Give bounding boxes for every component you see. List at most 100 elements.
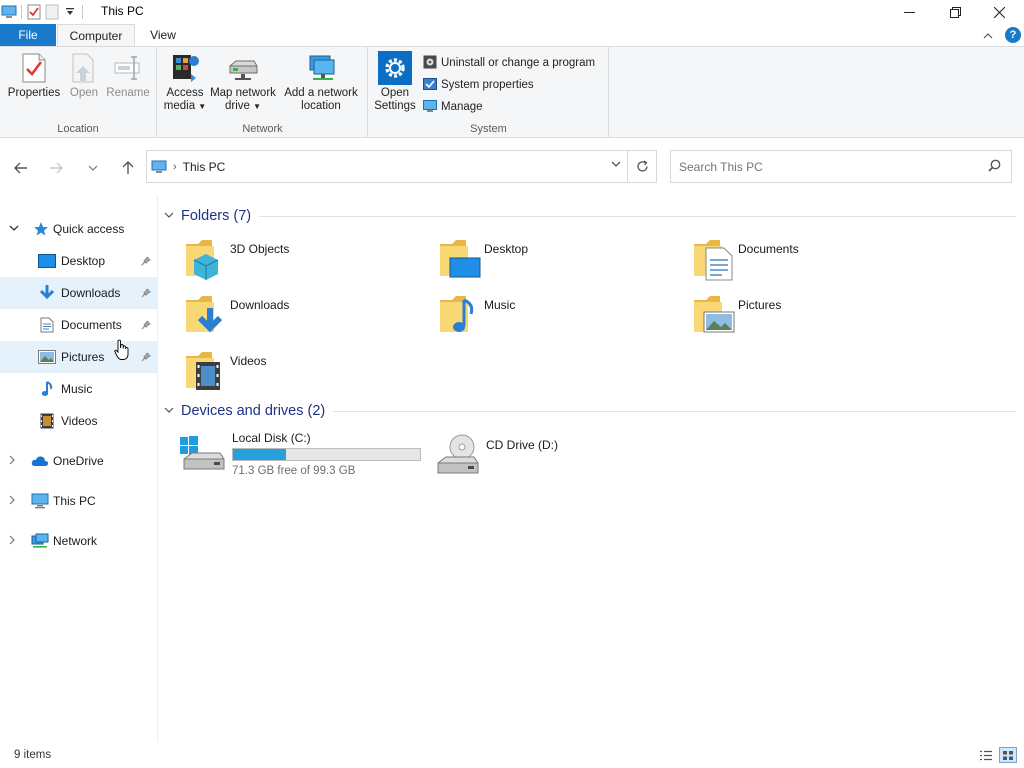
manage-button[interactable]: Manage <box>423 97 483 117</box>
navigation-bar: › This PC <box>0 138 1024 196</box>
sidebar-item-videos[interactable]: Videos <box>0 405 157 437</box>
sidebar-item-music[interactable]: Music <box>0 373 157 405</box>
star-icon <box>32 220 50 238</box>
close-button[interactable] <box>976 0 1022 24</box>
title-bar: This PC <box>0 0 1024 24</box>
drive-cd-d[interactable]: CD Drive (D:) <box>432 431 612 483</box>
manage-label: Manage <box>441 101 483 113</box>
sidebar-item-onedrive[interactable]: OneDrive <box>0 445 157 477</box>
properties-button[interactable]: Properties <box>8 51 60 100</box>
folder-music[interactable]: Music <box>436 290 676 340</box>
sidebar-item-documents[interactable]: Documents <box>0 309 157 341</box>
ribbon: Properties Open Rename Location Access m… <box>0 46 1024 138</box>
uninstall-program-button[interactable]: Uninstall or change a program <box>423 53 595 73</box>
pin-icon[interactable] <box>140 351 152 363</box>
new-folder-icon[interactable] <box>43 3 61 21</box>
system-group-label: System <box>470 123 507 135</box>
uninstall-icon <box>423 55 437 72</box>
window-title: This PC <box>101 4 144 18</box>
system-properties-button[interactable]: System properties <box>423 75 534 95</box>
pin-icon[interactable] <box>140 255 152 267</box>
navigation-pane: Quick access Desktop Downloads Documents <box>0 196 157 742</box>
pictures-folder-icon <box>694 296 735 333</box>
sidebar-item-network[interactable]: Network <box>0 525 157 557</box>
open-settings-button[interactable]: Open Settings <box>373 51 417 113</box>
search-input[interactable] <box>679 159 969 174</box>
pin-icon[interactable] <box>140 319 152 331</box>
rename-button[interactable]: Rename <box>106 51 150 100</box>
recent-locations-button[interactable] <box>82 157 104 179</box>
collapsed-chevron-icon[interactable] <box>9 535 21 547</box>
desktop-icon <box>38 252 56 270</box>
cd-drive-icon <box>437 434 479 474</box>
sidebar-item-label: Documents <box>61 318 122 332</box>
computer-icon[interactable] <box>0 3 18 21</box>
sidebar-item-quick-access[interactable]: Quick access <box>0 213 157 245</box>
sidebar-item-label: Quick access <box>53 222 125 236</box>
chevron-down-icon: ▼ <box>253 102 262 111</box>
folders-section-header[interactable]: Folders (7) <box>164 206 1016 226</box>
pin-icon[interactable] <box>140 287 152 299</box>
sidebar-item-downloads[interactable]: Downloads <box>0 277 157 309</box>
help-icon[interactable]: ? <box>1005 27 1021 43</box>
collapsed-chevron-icon[interactable] <box>9 455 21 467</box>
devices-section-header[interactable]: Devices and drives (2) <box>164 401 1016 421</box>
folder-desktop[interactable]: Desktop <box>436 234 676 284</box>
address-dropdown-icon[interactable] <box>611 160 621 171</box>
drive-free-space: 71.3 GB free of 99.3 GB <box>232 465 356 477</box>
add-network-location-button[interactable]: Add a network location <box>281 51 361 113</box>
folder-name: 3D Objects <box>230 242 290 256</box>
3d-objects-folder-icon <box>186 240 219 280</box>
section-divider <box>259 215 1016 217</box>
up-button[interactable] <box>117 157 139 179</box>
back-button[interactable] <box>10 157 32 179</box>
folder-name: Videos <box>230 354 267 368</box>
downloads-icon <box>38 284 56 302</box>
sidebar-item-label: Network <box>53 534 98 548</box>
refresh-button[interactable] <box>628 150 657 183</box>
folder-downloads[interactable]: Downloads <box>182 290 422 340</box>
folder-3d-objects[interactable]: 3D Objects <box>182 234 422 284</box>
search-box[interactable] <box>670 150 1012 183</box>
properties-check-icon[interactable] <box>25 3 43 21</box>
sidebar-item-desktop[interactable]: Desktop <box>0 245 157 277</box>
folder-videos[interactable]: Videos <box>182 346 422 396</box>
large-icons-view-button[interactable] <box>999 747 1017 763</box>
forward-button[interactable] <box>45 157 67 179</box>
folder-name: Pictures <box>738 298 782 312</box>
address-bar[interactable]: › This PC <box>146 150 628 183</box>
breadcrumb-separator-icon[interactable]: › <box>173 161 177 173</box>
open-settings-label-line1: Open <box>380 87 410 99</box>
folder-documents[interactable]: Documents <box>690 234 930 284</box>
collapsed-chevron-icon[interactable] <box>9 495 21 507</box>
collapse-ribbon-icon[interactable] <box>983 28 993 42</box>
location-group: Properties Open Rename Location <box>0 47 157 137</box>
section-collapse-chevron-icon[interactable] <box>164 211 178 222</box>
minimize-button[interactable] <box>886 0 932 24</box>
customize-toolbar-dropdown-icon[interactable] <box>61 3 79 21</box>
sidebar-item-pictures[interactable]: Pictures <box>0 341 157 373</box>
system-group: Open Settings Uninstall or change a prog… <box>369 47 609 137</box>
sidebar-item-this-pc[interactable]: This PC <box>0 485 157 517</box>
tab-file[interactable]: File <box>0 24 56 46</box>
expanded-chevron-icon[interactable] <box>9 224 21 234</box>
tab-computer[interactable]: Computer <box>57 24 135 46</box>
folders-section-title: Folders (7) <box>181 208 252 224</box>
open-button[interactable]: Open <box>66 51 102 100</box>
documents-icon <box>38 316 56 334</box>
details-view-icon <box>980 750 992 760</box>
search-icon[interactable] <box>988 159 1001 175</box>
drive-usage-bar <box>232 448 421 461</box>
folder-pictures[interactable]: Pictures <box>690 290 930 340</box>
drive-local-disk-c[interactable]: Local Disk (C:) 71.3 GB free of 99.3 GB <box>178 431 422 483</box>
breadcrumb[interactable]: This PC <box>183 160 226 174</box>
section-collapse-chevron-icon[interactable] <box>164 406 178 417</box>
access-media-button[interactable]: Access media ▼ <box>162 51 208 113</box>
location-group-label: Location <box>57 123 99 135</box>
map-network-drive-button[interactable]: Map network drive ▼ <box>208 51 278 113</box>
add-network-location-label-line2: location <box>301 100 341 112</box>
details-view-button[interactable] <box>978 748 994 762</box>
tab-view[interactable]: View <box>140 24 186 46</box>
status-bar: 9 items <box>0 742 1024 768</box>
restore-button[interactable] <box>932 0 978 24</box>
